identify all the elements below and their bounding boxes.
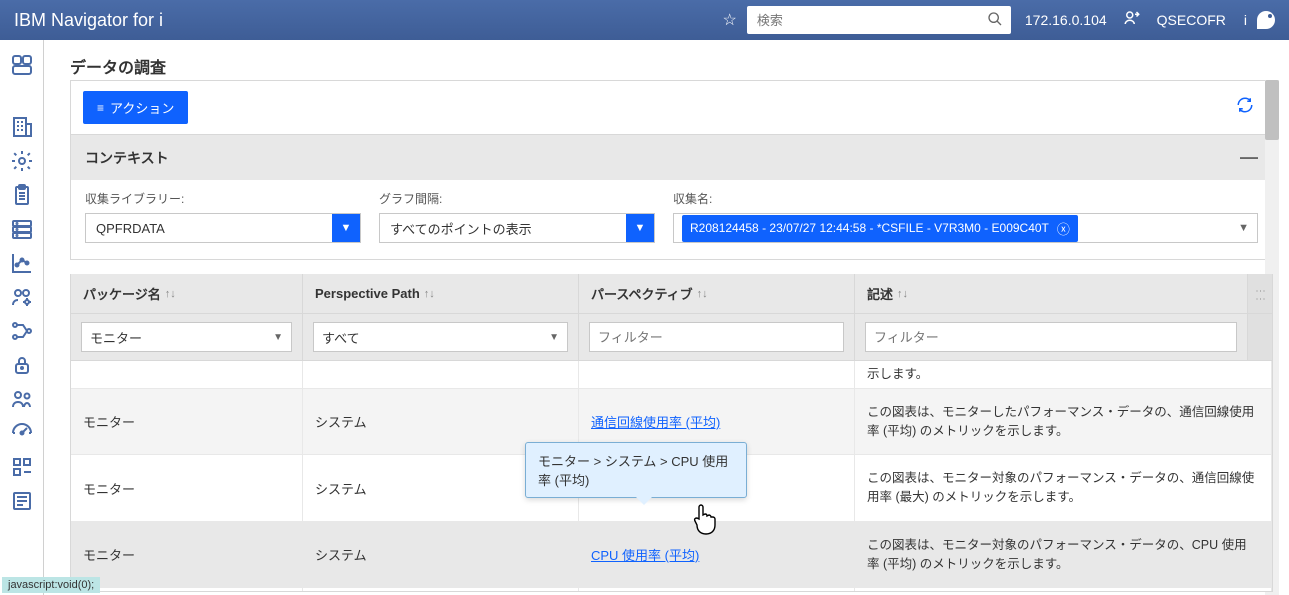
user-switch-icon[interactable] [1123, 9, 1141, 31]
actions-button[interactable]: ≡ アクション [83, 91, 188, 124]
user-name: QSECOFR [1157, 12, 1226, 28]
perspective-link[interactable]: 通信回線使用率 (平均) [591, 412, 720, 431]
favorites-icon[interactable]: ☆ [723, 10, 737, 30]
nav-users-gear-icon[interactable] [0, 280, 44, 314]
sort-icon: ↑↓ [897, 288, 908, 300]
nav-chart-icon[interactable] [0, 246, 44, 280]
sort-icon: ↑↓ [165, 288, 176, 300]
collection-chip: R208124458 - 23/07/27 12:44:58 - *CSFILE… [682, 215, 1078, 242]
context-header[interactable]: コンテキスト — [71, 135, 1272, 180]
filter-path-select[interactable]: すべて▼ [313, 322, 568, 352]
tooltip: モニター > システム > CPU 使用率 (平均) [525, 442, 747, 498]
chevron-down-icon: ▼ [549, 332, 559, 343]
nav-building-icon[interactable] [0, 110, 44, 144]
search-box [747, 6, 1011, 34]
perspective-link[interactable]: CPU 使用率 (平均) [591, 545, 699, 564]
chevron-down-icon: ▼ [332, 214, 360, 242]
nav-server-icon[interactable] [0, 212, 44, 246]
nav-performance-icon[interactable] [0, 416, 44, 450]
nav-gear-icon[interactable] [0, 144, 44, 178]
collection-label: 収集名: [673, 190, 1258, 207]
library-select[interactable]: QPFRDATA ▼ [85, 213, 361, 243]
menu-icon: ≡ [97, 101, 104, 115]
nav-modules-icon[interactable] [0, 450, 44, 484]
search-input[interactable] [747, 6, 1011, 34]
table-row[interactable]: モニター システム CPU 使用率 (対話式ジョブ) この図表は、モニター対象の… [71, 588, 1272, 591]
nav-list-icon[interactable] [0, 484, 44, 518]
col-path[interactable]: Perspective Path↑↓ [303, 274, 579, 313]
nav-lock-icon[interactable] [0, 348, 44, 382]
data-grid: パッケージ名↑↓ Perspective Path↑↓ パースペクティブ↑↓ 記… [70, 274, 1273, 592]
library-label: 収集ライブラリー: [85, 190, 361, 207]
col-description[interactable]: 記述↑↓ [855, 274, 1248, 313]
search-icon[interactable] [987, 11, 1003, 31]
refresh-icon[interactable] [1236, 96, 1254, 119]
topbar: IBM Navigator for i ☆ 172.16.0.104 QSECO… [0, 0, 1289, 40]
nav-clipboard-icon[interactable] [0, 178, 44, 212]
cursor-hand-icon [689, 499, 723, 540]
filter-description-input[interactable] [865, 322, 1237, 352]
status-bar: javascript:void(0); [2, 577, 100, 593]
collection-select[interactable]: R208124458 - 23/07/27 12:44:58 - *CSFILE… [673, 213, 1258, 243]
col-package[interactable]: パッケージ名↑↓ [71, 274, 303, 313]
interval-select[interactable]: すべてのポイントの表示 ▼ [379, 213, 655, 243]
table-row: 示します。 [71, 361, 1272, 389]
context-panel: コンテキスト — 収集ライブラリー: QPFRDATA ▼ グラフ間隔: [70, 134, 1273, 260]
chevron-down-icon: ▼ [1238, 222, 1249, 234]
grid-filter-row: モニター▼ すべて▼ [71, 314, 1272, 361]
sort-icon: ↑↓ [697, 288, 708, 300]
table-row[interactable]: モニター システム CPU 使用率 (平均) この図表は、モニター対象のパフォー… [71, 522, 1272, 589]
page-title: データの調査 [70, 54, 1271, 78]
collapse-icon[interactable]: — [1240, 147, 1258, 168]
sort-icon: ↑↓ [424, 288, 435, 300]
col-options[interactable]: ⋮⋮ [1248, 274, 1272, 313]
chevron-down-icon: ▼ [626, 214, 654, 242]
interval-label: グラフ間隔: [379, 190, 655, 207]
action-row: ≡ アクション [70, 80, 1273, 134]
logo-icon [1257, 11, 1275, 29]
filter-package-select[interactable]: モニター▼ [81, 322, 292, 352]
grid-header: パッケージ名↑↓ Perspective Path↑↓ パースペクティブ↑↓ 記… [71, 274, 1272, 314]
info-icon[interactable]: i [1244, 12, 1247, 28]
ip-address: 172.16.0.104 [1025, 12, 1107, 28]
col-perspective[interactable]: パースペクティブ↑↓ [579, 274, 855, 313]
brand-title: IBM Navigator for i [14, 10, 163, 31]
leftnav [0, 40, 44, 595]
chevron-down-icon: ▼ [273, 332, 283, 343]
filter-perspective-input[interactable] [589, 322, 844, 352]
remove-chip-icon[interactable]: ⓧ [1057, 219, 1070, 238]
nav-people-icon[interactable] [0, 382, 44, 416]
nav-network-icon[interactable] [0, 314, 44, 348]
nav-dashboard-icon[interactable] [0, 48, 44, 82]
